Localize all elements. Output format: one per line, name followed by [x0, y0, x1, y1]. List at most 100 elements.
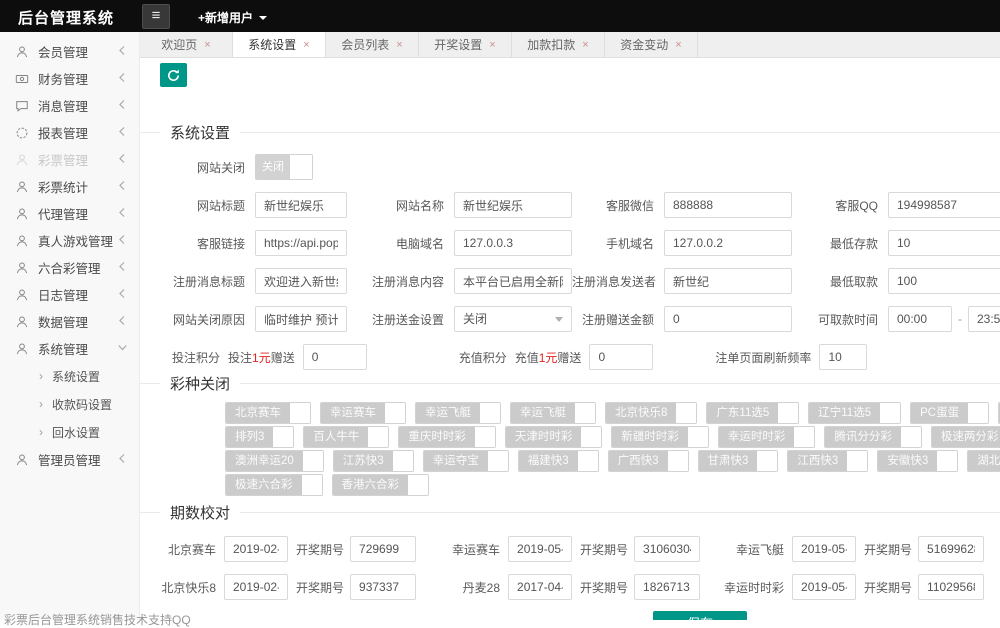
tab-close-icon[interactable]: × [303, 39, 309, 51]
input-可取款时间-start[interactable] [888, 306, 952, 332]
lottery-chip-辽宁11选5[interactable]: 辽宁11选5 [808, 402, 901, 424]
input-幸运时时彩-date[interactable] [792, 574, 856, 600]
lottery-chip-百人牛牛[interactable]: 百人牛牛 [303, 426, 389, 448]
sidebar-item-六合彩管理[interactable]: 六合彩管理 [0, 254, 139, 281]
lottery-chip-湖北快3[interactable]: 湖北快3 [967, 450, 1000, 472]
input-网站名称[interactable] [454, 192, 572, 218]
lottery-chip-checkbox[interactable] [676, 403, 696, 423]
lottery-chip-排列3[interactable]: 排列3 [225, 426, 294, 448]
tab-加款扣款[interactable]: 加款扣款× [512, 32, 605, 57]
lottery-chip-幸运夺宝[interactable]: 幸运夺宝 [423, 450, 509, 472]
lottery-chip-checkbox[interactable] [581, 427, 601, 447]
lottery-chip-checkbox[interactable] [385, 403, 405, 423]
sidebar-item-报表管理[interactable]: 报表管理 [0, 119, 139, 146]
lottery-chip-checkbox[interactable] [368, 427, 388, 447]
sidebar-item-真人游戏管理[interactable]: 真人游戏管理 [0, 227, 139, 254]
input-北京快乐8-date[interactable] [224, 574, 288, 600]
input-可取款时间-end[interactable] [968, 306, 1000, 332]
input-注册消息标题[interactable] [255, 268, 347, 294]
lottery-chip-幸运飞艇[interactable]: 幸运飞艇 [510, 402, 596, 424]
input-网站关闭原因[interactable] [255, 306, 347, 332]
input-投注积分[interactable] [303, 344, 367, 370]
sidebar-subitem-系统设置[interactable]: ›系统设置 [0, 362, 139, 390]
lottery-chip-广东11选5[interactable]: 广东11选5 [706, 402, 799, 424]
sidebar-item-财务管理[interactable]: 财务管理 [0, 65, 139, 92]
sidebar-item-代理管理[interactable]: 代理管理 [0, 200, 139, 227]
lottery-chip-极速两分彩[interactable]: 极速两分彩 [931, 426, 1000, 448]
lottery-chip-极速六合彩[interactable]: 极速六合彩 [225, 474, 323, 496]
lottery-chip-checkbox[interactable] [688, 427, 708, 447]
lottery-chip-PC蛋蛋[interactable]: PC蛋蛋 [910, 402, 989, 424]
input-北京快乐8-issue[interactable] [350, 574, 416, 600]
select-注册送金设置[interactable]: 关闭 [454, 306, 572, 332]
sidebar-subitem-收款码设置[interactable]: ›收款码设置 [0, 390, 139, 418]
lottery-chip-checkbox[interactable] [794, 427, 814, 447]
sidebar-item-系统管理[interactable]: 系统管理 [0, 335, 139, 362]
refresh-button[interactable] [160, 63, 187, 87]
save-button[interactable]: 保存 [653, 611, 747, 620]
sidebar-toggle-button[interactable]: ≡ [142, 4, 170, 29]
lottery-chip-checkbox[interactable] [488, 451, 508, 471]
lottery-chip-checkbox[interactable] [847, 451, 867, 471]
sidebar-item-会员管理[interactable]: 会员管理 [0, 38, 139, 65]
input-北京赛车-issue[interactable] [350, 536, 416, 562]
input-幸运飞艇-issue[interactable] [918, 536, 984, 562]
input-幸运赛车-issue[interactable] [634, 536, 700, 562]
lottery-chip-checkbox[interactable] [408, 475, 428, 495]
lottery-chip-天津时时彩[interactable]: 天津时时彩 [505, 426, 603, 448]
input-手机域名[interactable] [664, 230, 792, 256]
lottery-chip-checkbox[interactable] [575, 403, 595, 423]
input-注册消息内容[interactable] [454, 268, 572, 294]
lottery-chip-安徽快3[interactable]: 安徽快3 [877, 450, 958, 472]
tab-开奖设置[interactable]: 开奖设置× [419, 32, 512, 57]
tab-close-icon[interactable]: × [675, 39, 681, 51]
lottery-chip-澳洲幸运20[interactable]: 澳洲幸运20 [225, 450, 324, 472]
lottery-chip-checkbox[interactable] [475, 427, 495, 447]
lottery-chip-checkbox[interactable] [901, 427, 921, 447]
lottery-chip-甘肃快3[interactable]: 甘肃快3 [698, 450, 779, 472]
sidebar-item-数据管理[interactable]: 数据管理 [0, 308, 139, 335]
tab-欢迎页[interactable]: 欢迎页× [140, 32, 233, 57]
tab-资金变动[interactable]: 资金变动× [605, 32, 698, 57]
lottery-chip-腾讯分分彩[interactable]: 腾讯分分彩 [824, 426, 922, 448]
tab-会员列表[interactable]: 会员列表× [326, 32, 419, 57]
input-最低取款[interactable] [888, 268, 1000, 294]
lottery-chip-checkbox[interactable] [937, 451, 957, 471]
website-close-toggle[interactable]: 关闭 [255, 154, 313, 180]
tab-系统设置[interactable]: 系统设置× [233, 32, 326, 57]
tab-close-icon[interactable]: × [396, 39, 402, 51]
lottery-chip-福建快3[interactable]: 福建快3 [518, 450, 599, 472]
lottery-chip-checkbox[interactable] [273, 427, 293, 447]
lottery-chip-北京赛车[interactable]: 北京赛车 [225, 402, 311, 424]
lottery-chip-checkbox[interactable] [302, 475, 322, 495]
input-注册赠送金额[interactable] [664, 306, 792, 332]
input-客服微信[interactable] [664, 192, 792, 218]
sidebar-item-消息管理[interactable]: 消息管理 [0, 92, 139, 119]
lottery-chip-香港六合彩[interactable]: 香港六合彩 [332, 474, 430, 496]
lottery-chip-幸运时时彩[interactable]: 幸运时时彩 [718, 426, 816, 448]
lottery-chip-checkbox[interactable] [393, 451, 413, 471]
input-充值积分[interactable] [589, 344, 653, 370]
input-客服链接[interactable] [255, 230, 347, 256]
sidebar-item-彩票统计[interactable]: 彩票统计 [0, 173, 139, 200]
add-user-button[interactable]: +新增用户 [198, 9, 267, 26]
lottery-chip-checkbox[interactable] [668, 451, 688, 471]
lottery-chip-新疆时时彩[interactable]: 新疆时时彩 [611, 426, 709, 448]
lottery-chip-江苏快3[interactable]: 江苏快3 [333, 450, 414, 472]
input-注单页面刷新频率[interactable] [819, 344, 867, 370]
input-丹麦28-issue[interactable] [634, 574, 700, 600]
lottery-chip-江西快3[interactable]: 江西快3 [787, 450, 868, 472]
tab-close-icon[interactable]: × [582, 39, 588, 51]
input-北京赛车-date[interactable] [224, 536, 288, 562]
input-网站标题[interactable] [255, 192, 347, 218]
input-幸运时时彩-issue[interactable] [918, 574, 984, 600]
lottery-chip-广西快3[interactable]: 广西快3 [608, 450, 689, 472]
input-幸运赛车-date[interactable] [508, 536, 572, 562]
lottery-chip-checkbox[interactable] [303, 451, 323, 471]
lottery-chip-checkbox[interactable] [757, 451, 777, 471]
input-注册消息发送者[interactable] [664, 268, 792, 294]
input-最低存款[interactable] [888, 230, 1000, 256]
input-电脑域名[interactable] [454, 230, 572, 256]
lottery-chip-checkbox[interactable] [578, 451, 598, 471]
lottery-chip-checkbox[interactable] [880, 403, 900, 423]
